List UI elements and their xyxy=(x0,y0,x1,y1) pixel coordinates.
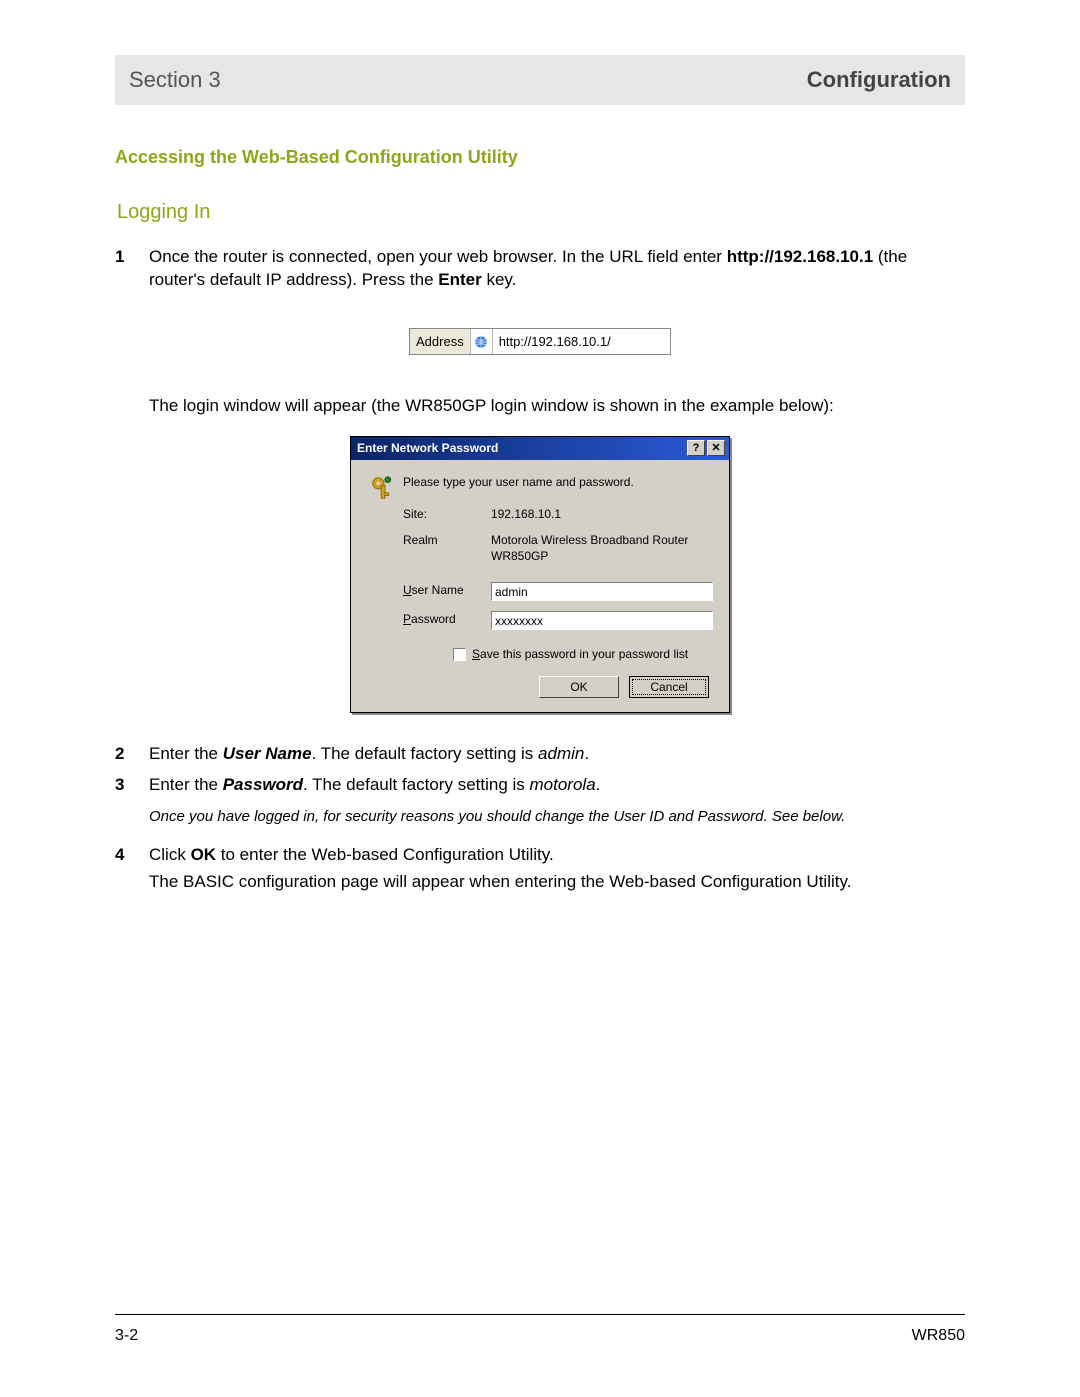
username-input[interactable] xyxy=(491,582,713,601)
cancel-button[interactable]: Cancel xyxy=(629,676,709,698)
step-number: 4 xyxy=(115,844,149,894)
text: Enter the xyxy=(149,744,223,763)
step-number: 1 xyxy=(115,246,149,292)
login-dialog: Enter Network Password ? ✕ Please type y… xyxy=(350,436,730,713)
dialog-titlebar: Enter Network Password ? ✕ xyxy=(351,437,729,459)
step-body: Once the router is connected, open your … xyxy=(149,246,965,292)
text: Enter the xyxy=(149,775,223,794)
save-password-checkbox[interactable] xyxy=(453,648,466,661)
password-label: Password xyxy=(403,611,491,627)
realm-value: Motorola Wireless Broadband Router WR850… xyxy=(491,532,713,564)
dialog-body: Please type your user name and password.… xyxy=(351,460,729,713)
page-title: Configuration xyxy=(807,65,951,95)
section-label: Section 3 xyxy=(129,65,221,95)
text: User Name xyxy=(223,744,312,763)
page-number: 3-2 xyxy=(115,1325,138,1347)
text: . The default factory setting is xyxy=(312,744,538,763)
dialog-prompt: Please type your user name and password. xyxy=(403,474,713,490)
step-body: Enter the Password. The default factory … xyxy=(149,774,965,797)
step-3: 3 Enter the Password. The default factor… xyxy=(115,774,965,797)
site-label: Site: xyxy=(403,506,491,522)
close-button[interactable]: ✕ xyxy=(707,440,725,456)
heading-sub: Logging In xyxy=(117,199,965,226)
ie-icon xyxy=(471,329,493,355)
text: to enter the Web-based Configuration Uti… xyxy=(216,845,554,864)
address-url[interactable]: http://192.168.10.1/ xyxy=(493,329,670,355)
text: OK xyxy=(191,845,217,864)
step-4: 4 Click OK to enter the Web-based Config… xyxy=(115,844,965,894)
text: Password xyxy=(223,775,303,794)
ok-button[interactable]: OK xyxy=(539,676,619,698)
text: The BASIC configuration page will appear… xyxy=(149,872,851,891)
step-body: Click OK to enter the Web-based Configur… xyxy=(149,844,965,894)
text: . xyxy=(596,775,601,794)
step-2: 2 Enter the User Name. The default facto… xyxy=(115,743,965,766)
url-bold: http://192.168.10.1 xyxy=(727,247,873,266)
password-input[interactable] xyxy=(491,611,713,630)
username-label: User Name xyxy=(403,582,491,598)
save-password-label: Save this password in your password list xyxy=(472,646,688,662)
security-note: Once you have logged in, for security re… xyxy=(149,807,965,827)
site-value: 192.168.10.1 xyxy=(491,506,713,522)
heading-main: Accessing the Web-Based Configuration Ut… xyxy=(115,145,965,169)
text: . The default factory setting is xyxy=(303,775,529,794)
realm-label: Realm xyxy=(403,532,491,548)
page-footer: 3-2 WR850 xyxy=(115,1314,965,1347)
text: key. xyxy=(482,270,517,289)
text: admin xyxy=(538,744,584,763)
browser-address-bar: Address http://192.168.10.1/ xyxy=(409,328,671,356)
model-number: WR850 xyxy=(912,1325,965,1347)
step-number: 2 xyxy=(115,743,149,766)
step-number: 3 xyxy=(115,774,149,797)
text: Click xyxy=(149,845,191,864)
step-1-tail: The login window will appear (the WR850G… xyxy=(149,395,965,418)
enter-key: Enter xyxy=(438,270,481,289)
key-icon xyxy=(365,474,403,504)
section-header: Section 3 Configuration xyxy=(115,55,965,105)
dialog-title: Enter Network Password xyxy=(357,440,498,456)
text: Once the router is connected, open your … xyxy=(149,247,727,266)
text: motorola xyxy=(530,775,596,794)
address-label: Address xyxy=(410,329,471,355)
step-1: 1 Once the router is connected, open you… xyxy=(115,246,965,292)
help-button[interactable]: ? xyxy=(687,440,705,456)
text: . xyxy=(584,744,589,763)
step-body: Enter the User Name. The default factory… xyxy=(149,743,965,766)
